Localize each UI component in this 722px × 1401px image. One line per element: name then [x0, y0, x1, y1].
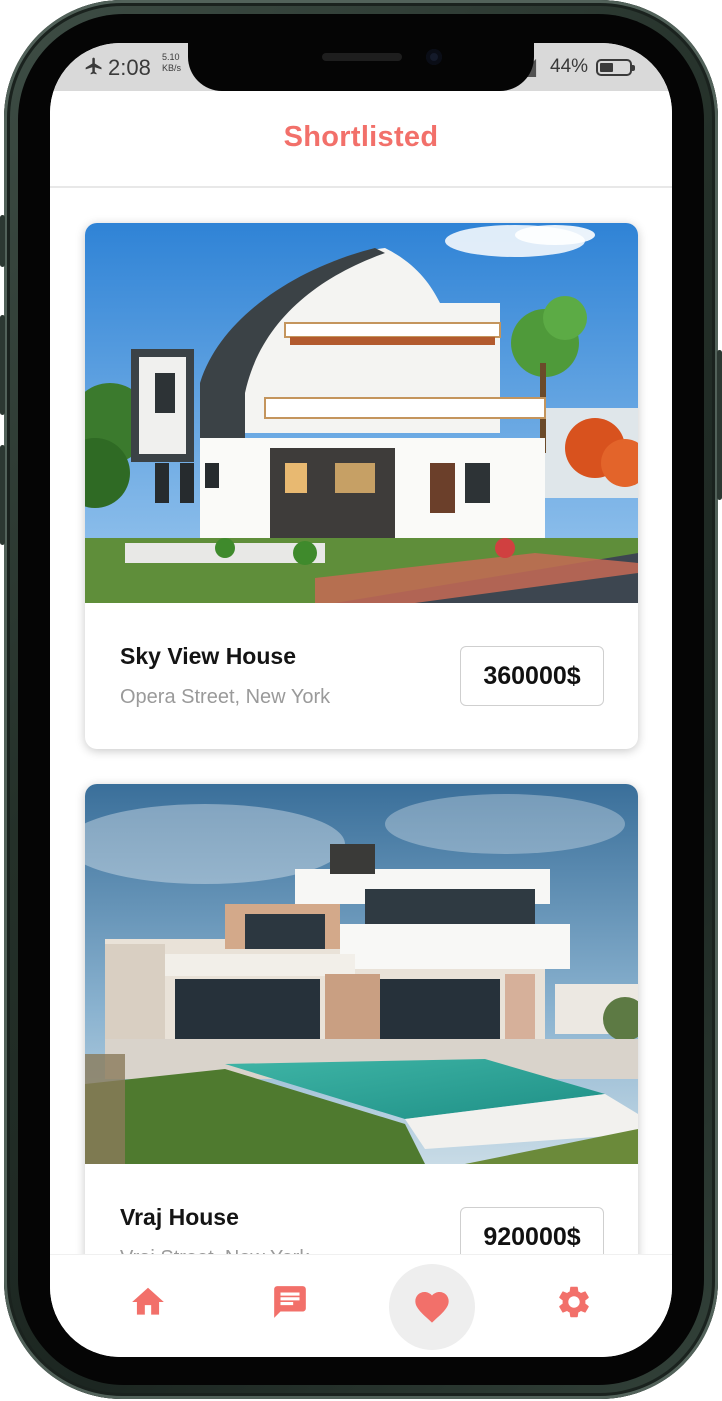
airplane-mode-icon [85, 57, 102, 75]
app-screen: 2:08 5.10 KB/s 44% Shortlisted Sky View … [50, 43, 672, 1357]
status-bar: 2:08 5.10 KB/s 44% [50, 43, 672, 91]
bottom-navigation [50, 1254, 672, 1357]
listing-address: Opera Street, New York [120, 686, 331, 708]
listing-name: Sky View House [120, 643, 296, 669]
nav-settings[interactable] [554, 1282, 594, 1322]
volume-down-button [0, 445, 5, 545]
listing-price: 360000$ [460, 646, 604, 706]
nav-favorites[interactable] [389, 1264, 475, 1350]
listing-card[interactable]: Sky View House Opera Street, New York 36… [85, 223, 638, 749]
network-speed: 5.10 KB/s [162, 52, 181, 74]
nav-messages[interactable] [270, 1282, 310, 1322]
listing-card[interactable]: Vraj House Vraj Street, New York 920000$ [85, 784, 638, 1310]
home-icon [132, 1287, 164, 1315]
network-speed-value: 5.10 [162, 52, 180, 62]
nav-home[interactable] [128, 1282, 168, 1322]
front-camera [426, 49, 442, 65]
battery-icon [596, 59, 635, 76]
heart-icon [415, 1292, 449, 1323]
app-header: Shortlisted [50, 91, 672, 188]
chat-icon [274, 1286, 306, 1318]
listing-name: Vraj House [120, 1204, 239, 1230]
status-time: 2:08 [108, 55, 151, 80]
speaker-grille [322, 53, 402, 61]
side-button [0, 215, 5, 267]
power-button [717, 350, 722, 500]
page-title: Shortlisted [283, 121, 439, 153]
network-speed-unit: KB/s [162, 63, 182, 73]
notch [188, 43, 534, 91]
house-photo [85, 784, 638, 1164]
battery-percent: 44% [550, 56, 589, 77]
volume-up-button [0, 315, 5, 415]
house-photo [85, 223, 638, 603]
settings-icon [559, 1286, 589, 1318]
